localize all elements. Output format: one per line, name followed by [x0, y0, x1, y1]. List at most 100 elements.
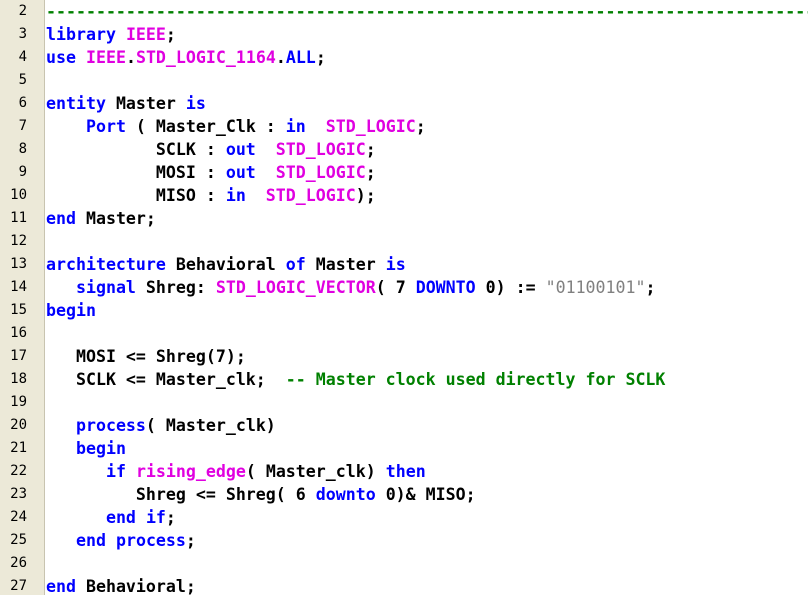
line-number: 25 — [10, 532, 27, 548]
code-line[interactable]: 11 end Master; — [0, 207, 808, 230]
line-code: if rising_edge( Master_clk) then — [46, 460, 426, 483]
code-line[interactable]: 6 entity Master is — [0, 92, 808, 115]
code-line[interactable]: 24 end if; — [0, 506, 808, 529]
line-number: 7 — [18, 118, 27, 134]
token-comment: ----------------------------------------… — [46, 2, 808, 21]
line-code: library IEEE; — [46, 23, 176, 46]
token-text: ; — [645, 278, 656, 297]
token-keyword: in — [225, 186, 246, 205]
line-number: 26 — [10, 555, 27, 571]
token-keyword: begin — [75, 439, 126, 458]
token-text: Shreg: — [135, 278, 216, 297]
code-line[interactable]: 19 — [0, 391, 808, 414]
token-text: ; — [315, 48, 326, 67]
code-line[interactable]: 21 begin — [0, 437, 808, 460]
line-code: process( Master_clk) — [46, 414, 276, 437]
token-text: Behavioral; — [75, 577, 196, 595]
token-keyword: entity — [46, 94, 106, 113]
token-text: Master — [305, 255, 386, 274]
token-text: ( Master_clk) — [145, 416, 276, 435]
line-number: 27 — [10, 578, 27, 594]
token-keyword: end — [46, 577, 76, 595]
token-text: Shreg <= Shreg( 6 — [46, 485, 316, 504]
line-number: 10 — [10, 187, 27, 203]
token-keyword: out — [225, 163, 256, 182]
code-line[interactable]: 18 SCLK <= Master_clk; -- Master clock u… — [0, 368, 808, 391]
line-code: architecture Behavioral of Master is — [46, 253, 406, 276]
line-code: ----------------------------------------… — [46, 0, 808, 23]
code-line[interactable]: 22 if rising_edge( Master_clk) then — [0, 460, 808, 483]
code-line[interactable]: 4 use IEEE.STD_LOGIC_1164.ALL; — [0, 46, 808, 69]
token-keyword: Port — [85, 117, 126, 136]
code-line[interactable]: 3 library IEEE; — [0, 23, 808, 46]
token-keyword: architecture — [46, 255, 166, 274]
code-line[interactable]: 12 — [0, 230, 808, 253]
code-line[interactable]: 27 end Behavioral; — [0, 575, 808, 595]
token-type: STD_LOGIC — [275, 163, 366, 182]
token-keyword: process — [75, 416, 146, 435]
token-text: SCLK : — [46, 140, 226, 159]
token-text: SCLK <= Master_clk; — [46, 370, 286, 389]
code-line[interactable]: 5 — [0, 69, 808, 92]
code-editor[interactable]: 2 ---------------------------------------… — [0, 0, 808, 595]
token-keyword: if — [145, 508, 166, 527]
token-type: STD_LOGIC_1164 — [135, 48, 276, 67]
token-text: . — [125, 48, 136, 67]
line-code: use IEEE.STD_LOGIC_1164.ALL; — [46, 46, 326, 69]
line-code: signal Shreg: STD_LOGIC_VECTOR( 7 DOWNTO… — [46, 276, 656, 299]
token-text: ; — [365, 140, 376, 159]
line-number: 9 — [18, 164, 27, 180]
token-keyword: is — [185, 94, 206, 113]
token-text: 0) := — [475, 278, 546, 297]
code-line[interactable]: 17 MOSI <= Shreg(7); — [0, 345, 808, 368]
token-keyword: signal — [75, 278, 136, 297]
code-line[interactable]: 16 — [0, 322, 808, 345]
line-code: end Behavioral; — [46, 575, 196, 595]
line-code: MOSI : out STD_LOGIC; — [46, 161, 376, 184]
token-type: IEEE — [125, 25, 166, 44]
code-lines[interactable]: 2 ---------------------------------------… — [0, 0, 808, 595]
token-string: "01100101" — [545, 278, 646, 297]
line-number: 17 — [10, 348, 27, 364]
code-line[interactable]: 8 SCLK : out STD_LOGIC; — [0, 138, 808, 161]
line-number: 2 — [18, 3, 27, 19]
code-line[interactable]: 2 ---------------------------------------… — [0, 0, 808, 23]
code-line[interactable]: 25 end process; — [0, 529, 808, 552]
token-text: . — [275, 48, 286, 67]
token-text: ; — [165, 25, 176, 44]
line-code: end process; — [46, 529, 196, 552]
token-comment: -- Master clock used directly for SCLK — [285, 370, 666, 389]
code-line[interactable]: 23 Shreg <= Shreg( 6 downto 0)& MISO; — [0, 483, 808, 506]
token-type: rising_edge — [135, 462, 246, 481]
token-keyword: downto — [315, 485, 376, 504]
code-line[interactable]: 9 MOSI : out STD_LOGIC; — [0, 161, 808, 184]
token-text: Master; — [75, 209, 156, 228]
code-line[interactable]: 10 MISO : in STD_LOGIC); — [0, 184, 808, 207]
code-line[interactable]: 7 Port ( Master_Clk : in STD_LOGIC; — [0, 115, 808, 138]
code-line[interactable]: 13 architecture Behavioral of Master is — [0, 253, 808, 276]
token-text: 0)& MISO; — [375, 485, 476, 504]
line-number: 16 — [10, 325, 27, 341]
token-keyword: process — [115, 531, 186, 550]
code-line[interactable]: 15 begin — [0, 299, 808, 322]
code-line[interactable]: 26 — [0, 552, 808, 575]
token-text: ; — [185, 531, 196, 550]
code-line[interactable]: 14 signal Shreg: STD_LOGIC_VECTOR( 7 DOW… — [0, 276, 808, 299]
token-keyword: out — [225, 140, 256, 159]
code-line[interactable]: 20 process( Master_clk) — [0, 414, 808, 437]
token-text: Behavioral — [165, 255, 286, 274]
line-number: 5 — [18, 72, 27, 88]
token-text: ( 7 — [375, 278, 416, 297]
line-number: 18 — [10, 371, 27, 387]
line-code: entity Master is — [46, 92, 206, 115]
token-keyword: begin — [46, 301, 96, 320]
